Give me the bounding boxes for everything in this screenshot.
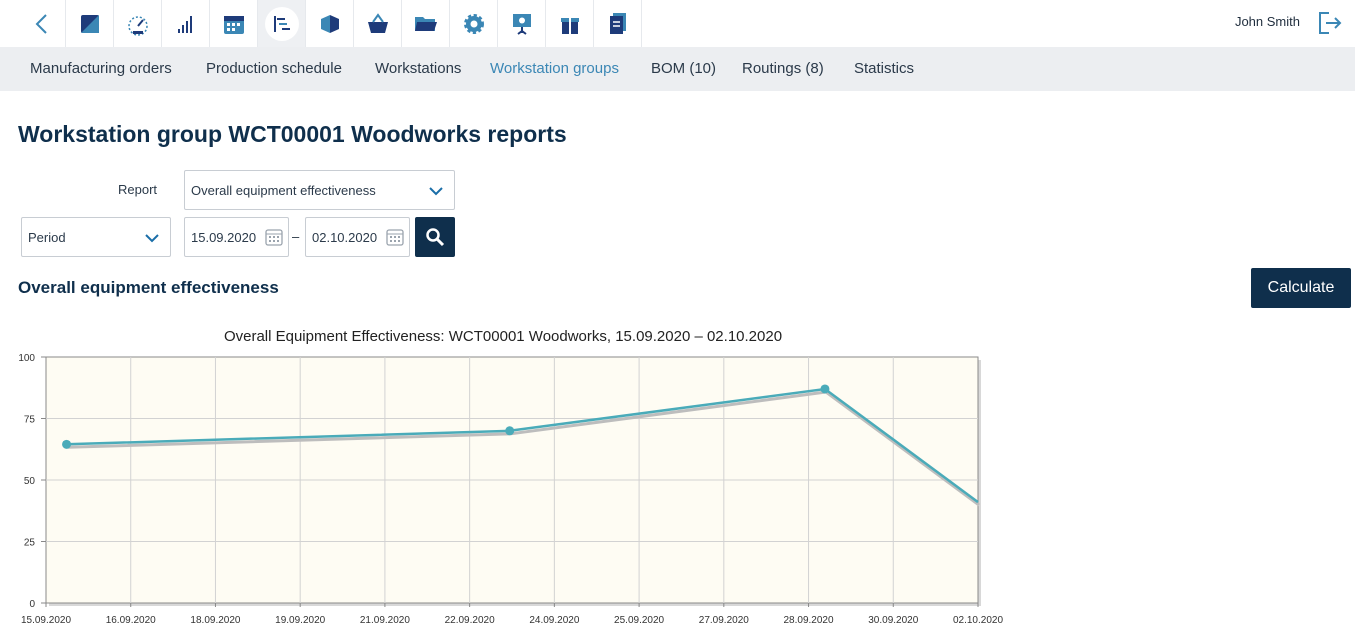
- back-chevron-icon[interactable]: [18, 0, 66, 47]
- gear-icon[interactable]: [450, 0, 498, 47]
- cube-icon[interactable]: [306, 0, 354, 47]
- gauge-icon[interactable]: [114, 0, 162, 47]
- x-tick-label: 19.09.2020: [275, 615, 325, 626]
- x-tick-label: 22.09.2020: [445, 615, 495, 626]
- y-tick-label: 100: [18, 353, 35, 364]
- calendar-icon[interactable]: [210, 0, 258, 47]
- x-tick-label: 30.09.2020: [868, 615, 918, 626]
- period-select[interactable]: Period: [21, 217, 171, 257]
- x-tick-label: 27.09.2020: [699, 615, 749, 626]
- chevron-down-icon: [429, 187, 443, 196]
- subnav-production-schedule[interactable]: Production schedule: [206, 60, 342, 77]
- calendar-icon[interactable]: [385, 227, 405, 247]
- gantt-icon[interactable]: [258, 0, 306, 47]
- search-button[interactable]: [415, 217, 455, 257]
- gift-icon[interactable]: [546, 0, 594, 47]
- y-tick-label: 25: [24, 538, 36, 549]
- logout-icon[interactable]: [1317, 10, 1343, 36]
- x-tick-label: 18.09.2020: [190, 615, 240, 626]
- search-icon: [426, 228, 445, 247]
- subnav-manufacturing-orders[interactable]: Manufacturing orders: [30, 60, 172, 77]
- data-point: [62, 439, 72, 449]
- calculate-button[interactable]: Calculate: [1251, 268, 1351, 308]
- subnav-workstation-groups[interactable]: Workstation groups: [490, 60, 619, 77]
- top-toolbar: John Smith: [0, 0, 1355, 47]
- report-select[interactable]: Overall equipment effectiveness: [184, 170, 455, 210]
- subnav-workstations[interactable]: Workstations: [375, 60, 461, 77]
- x-tick-label: 15.09.2020: [21, 615, 71, 626]
- x-tick-label: 28.09.2020: [784, 615, 834, 626]
- x-tick-label: 16.09.2020: [106, 615, 156, 626]
- x-tick-label: 24.09.2020: [529, 615, 579, 626]
- oee-line-chart: 15.09.2020 16.09.2020 18.09.2020 19.09.2020…: [18, 353, 1003, 626]
- x-tick-label: 02.10.2020: [953, 615, 1003, 626]
- date-separator: –: [292, 229, 300, 244]
- date-from-field[interactable]: 15.09.2020: [184, 217, 289, 257]
- chevron-down-icon: [145, 234, 159, 243]
- y-tick-label: 75: [24, 415, 36, 426]
- y-tick-label: 0: [29, 599, 35, 610]
- period-select-value: Period: [28, 229, 66, 245]
- subnav-bom[interactable]: BOM (10): [651, 60, 716, 77]
- presentation-icon[interactable]: [498, 0, 546, 47]
- page-title: Workstation group WCT00001 Woodworks rep…: [18, 121, 567, 147]
- basket-icon[interactable]: [354, 0, 402, 47]
- report-label: Report: [118, 182, 158, 197]
- x-tick-label: 25.09.2020: [614, 615, 664, 626]
- signal-bars-icon[interactable]: [162, 0, 210, 47]
- sub-navigation: Manufacturing orders Production schedule…: [0, 47, 1355, 91]
- subnav-statistics[interactable]: Statistics: [854, 60, 914, 77]
- y-tick-label: 50: [24, 476, 36, 487]
- date-to-field[interactable]: 02.10.2020: [305, 217, 410, 257]
- date-to-value: 02.10.2020: [312, 229, 378, 245]
- report-select-value: Overall equipment effectiveness: [191, 182, 376, 198]
- date-from-value: 15.09.2020: [191, 229, 257, 245]
- user-name[interactable]: John Smith: [1235, 14, 1300, 29]
- x-tick-label: 21.09.2020: [360, 615, 410, 626]
- dashboard-icon[interactable]: [66, 0, 114, 47]
- document-icon[interactable]: [594, 0, 642, 47]
- section-title: Overall equipment effectiveness: [18, 278, 279, 297]
- data-point: [505, 426, 515, 436]
- subnav-routings[interactable]: Routings (8): [742, 60, 824, 77]
- data-point: [820, 384, 830, 394]
- folder-icon[interactable]: [402, 0, 450, 47]
- calendar-icon[interactable]: [264, 227, 284, 247]
